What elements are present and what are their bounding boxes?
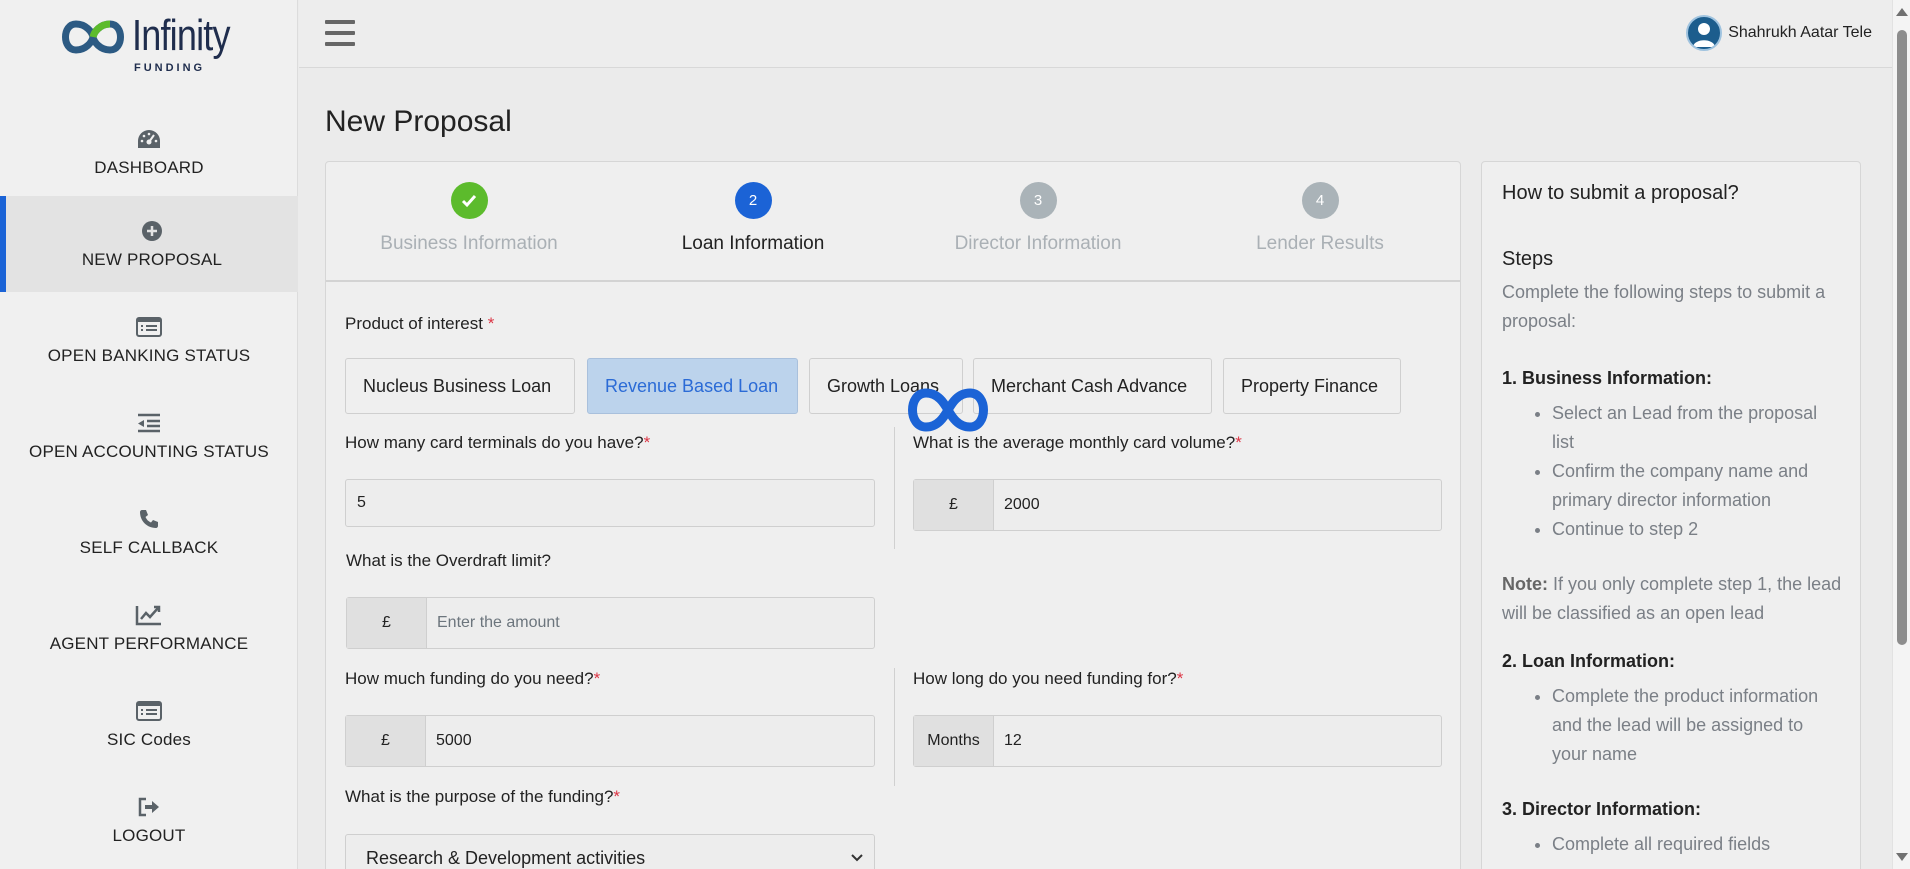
funding-duration-input[interactable]: 12 bbox=[994, 716, 1441, 766]
product-property-finance-button[interactable]: Property Finance bbox=[1223, 358, 1401, 414]
page-title: New Proposal bbox=[325, 105, 512, 138]
funding-amount-field[interactable]: £ 5000 bbox=[345, 715, 875, 767]
product-of-interest-label: Product of interest * bbox=[345, 314, 495, 333]
overdraft-limit-field[interactable]: £ Enter the amount bbox=[346, 597, 875, 649]
user-name: Shahrukh Aatar Tele bbox=[1728, 24, 1872, 41]
help-section-heading: 3. Director Information: bbox=[1502, 799, 1702, 819]
wizard-step-director-information[interactable]: 3 Director Information bbox=[908, 182, 1168, 255]
sidebar-item-label: OPEN ACCOUNTING STATUS bbox=[29, 442, 269, 461]
wizard-step-lender-results[interactable]: 4 Lender Results bbox=[1190, 182, 1450, 255]
step-number: 3 bbox=[1019, 182, 1057, 219]
indent-list-icon bbox=[138, 413, 160, 433]
list-card-icon bbox=[136, 317, 162, 337]
overdraft-limit-label: What is the Overdraft limit? bbox=[346, 551, 552, 570]
currency-prefix: £ bbox=[347, 598, 427, 648]
help-section-business-information: 1. Business Information: Select an Lead … bbox=[1502, 368, 1842, 544]
monthly-card-volume-input[interactable]: 2000 bbox=[994, 480, 1441, 530]
help-title: How to submit a proposal? bbox=[1502, 182, 1739, 204]
brand-logo[interactable]: Infinity FUNDING bbox=[58, 11, 238, 74]
step-label: Loan Information bbox=[681, 233, 825, 254]
step-label: Director Information bbox=[954, 233, 1122, 254]
sidebar-item-sic-codes[interactable]: SIC Codes bbox=[0, 676, 298, 772]
proposal-form-card: Business Information 2 Loan Information … bbox=[325, 161, 1461, 869]
product-revenue-based-loan-button[interactable]: Revenue Based Loan bbox=[587, 358, 798, 414]
monthly-card-volume-field[interactable]: £ 2000 bbox=[913, 479, 1442, 531]
wizard-steps: Business Information 2 Loan Information … bbox=[326, 162, 1460, 282]
funding-purpose-label: What is the purpose of the funding?* bbox=[345, 787, 621, 806]
currency-prefix: £ bbox=[914, 480, 994, 530]
list-card-icon bbox=[136, 701, 162, 721]
overdraft-limit-input[interactable]: Enter the amount bbox=[427, 598, 874, 648]
help-note: Note: If you only complete step 1, the l… bbox=[1502, 574, 1842, 623]
funding-duration-field[interactable]: Months 12 bbox=[913, 715, 1442, 767]
help-steps-heading: Steps bbox=[1502, 248, 1554, 270]
sign-out-icon bbox=[138, 797, 159, 817]
monthly-card-volume-label: What is the average monthly card volume?… bbox=[913, 433, 1242, 452]
card-terminals-label: How many card terminals do you have?* bbox=[345, 433, 651, 452]
infinity-logo-icon bbox=[62, 20, 124, 54]
step-label: Business Information bbox=[380, 233, 558, 254]
help-list-item: Select an Lead from the proposal list bbox=[1552, 399, 1842, 457]
sidebar-item-open-banking-status[interactable]: OPEN BANKING STATUS bbox=[0, 292, 298, 388]
step-number: 4 bbox=[1301, 182, 1339, 219]
help-section-director-information: 3. Director Information: Complete all re… bbox=[1502, 799, 1842, 859]
card-terminals-input[interactable]: 5 bbox=[345, 479, 875, 527]
phone-icon bbox=[140, 510, 158, 528]
scroll-down-arrow-icon[interactable] bbox=[1896, 853, 1908, 861]
help-section-loan-information: 2. Loan Information: Complete the produc… bbox=[1502, 651, 1842, 769]
currency-prefix: £ bbox=[346, 716, 426, 766]
sidebar-item-new-proposal[interactable]: NEW PROPOSAL bbox=[0, 196, 298, 292]
help-section-heading: 1. Business Information: bbox=[1502, 368, 1713, 388]
step-number: 2 bbox=[734, 182, 772, 219]
brand-tagline: FUNDING bbox=[134, 62, 206, 74]
product-merchant-cash-advance-button[interactable]: Merchant Cash Advance bbox=[973, 358, 1212, 414]
scroll-up-arrow-icon[interactable] bbox=[1896, 8, 1908, 16]
step-complete-check-icon bbox=[450, 182, 488, 219]
sidebar: Infinity FUNDING DASHBOARD NEW PROPOSAL … bbox=[0, 0, 298, 869]
step-label: Lender Results bbox=[1256, 233, 1384, 254]
months-prefix: Months bbox=[914, 716, 994, 766]
product-nucleus-business-loan-button[interactable]: Nucleus Business Loan bbox=[345, 358, 575, 414]
funding-amount-input[interactable]: 5000 bbox=[426, 716, 874, 766]
line-chart-icon bbox=[135, 605, 161, 626]
funding-purpose-selected-value: Research & Development activities bbox=[366, 847, 646, 868]
avatar bbox=[1686, 15, 1723, 51]
funding-amount-label: How much funding do you need?* bbox=[345, 669, 601, 688]
sidebar-item-agent-performance[interactable]: AGENT PERFORMANCE bbox=[0, 580, 298, 676]
sidebar-item-logout[interactable]: LOGOUT bbox=[0, 772, 298, 868]
help-intro: Complete the following steps to submit a… bbox=[1502, 282, 1826, 331]
scrollbar-thumb[interactable] bbox=[1897, 30, 1907, 645]
sidebar-item-label: NEW PROPOSAL bbox=[81, 250, 223, 269]
brand-name: Infinity bbox=[132, 11, 231, 60]
dashboard-gauge-icon bbox=[138, 130, 160, 148]
plus-circle-icon bbox=[142, 221, 162, 241]
help-panel: How to submit a proposal? Steps Complete… bbox=[1481, 161, 1861, 869]
funding-duration-label: How long do you need funding for?* bbox=[913, 669, 1184, 688]
help-section-heading: 2. Loan Information: bbox=[1502, 651, 1675, 671]
help-list-item: Complete all required fields bbox=[1552, 830, 1842, 859]
column-divider bbox=[894, 427, 895, 549]
top-bar: Shahrukh Aatar Tele bbox=[299, 0, 1892, 68]
page-scrollbar[interactable] bbox=[1892, 0, 1910, 869]
help-list-item: Complete the product information and the… bbox=[1552, 682, 1842, 769]
menu-toggle-icon[interactable] bbox=[325, 20, 355, 46]
help-list-item: Confirm the company name and primary dir… bbox=[1552, 457, 1842, 515]
sidebar-item-open-accounting-status[interactable]: OPEN ACCOUNTING STATUS bbox=[0, 388, 298, 484]
sidebar-item-label: SIC Codes bbox=[106, 730, 191, 749]
help-list-item: Continue to step 2 bbox=[1552, 515, 1842, 544]
loading-infinity-icon bbox=[908, 388, 988, 432]
wizard-step-loan-information[interactable]: 2 Loan Information bbox=[623, 182, 883, 255]
user-menu[interactable]: Shahrukh Aatar Tele bbox=[1686, 15, 1872, 51]
sidebar-item-self-callback[interactable]: SELF CALLBACK bbox=[0, 484, 298, 580]
sidebar-item-label: LOGOUT bbox=[112, 826, 186, 845]
sidebar-item-label: SELF CALLBACK bbox=[79, 538, 219, 557]
wizard-step-business-information[interactable]: Business Information bbox=[339, 182, 599, 255]
column-divider bbox=[894, 668, 895, 786]
chevron-down-icon bbox=[851, 854, 863, 862]
sidebar-item-label: OPEN BANKING STATUS bbox=[47, 346, 251, 365]
sidebar-item-dashboard[interactable]: DASHBOARD bbox=[0, 104, 298, 200]
sidebar-item-label: DASHBOARD bbox=[94, 158, 204, 177]
sidebar-item-label: AGENT PERFORMANCE bbox=[49, 634, 249, 653]
funding-purpose-select[interactable]: Research & Development activities bbox=[345, 834, 875, 869]
